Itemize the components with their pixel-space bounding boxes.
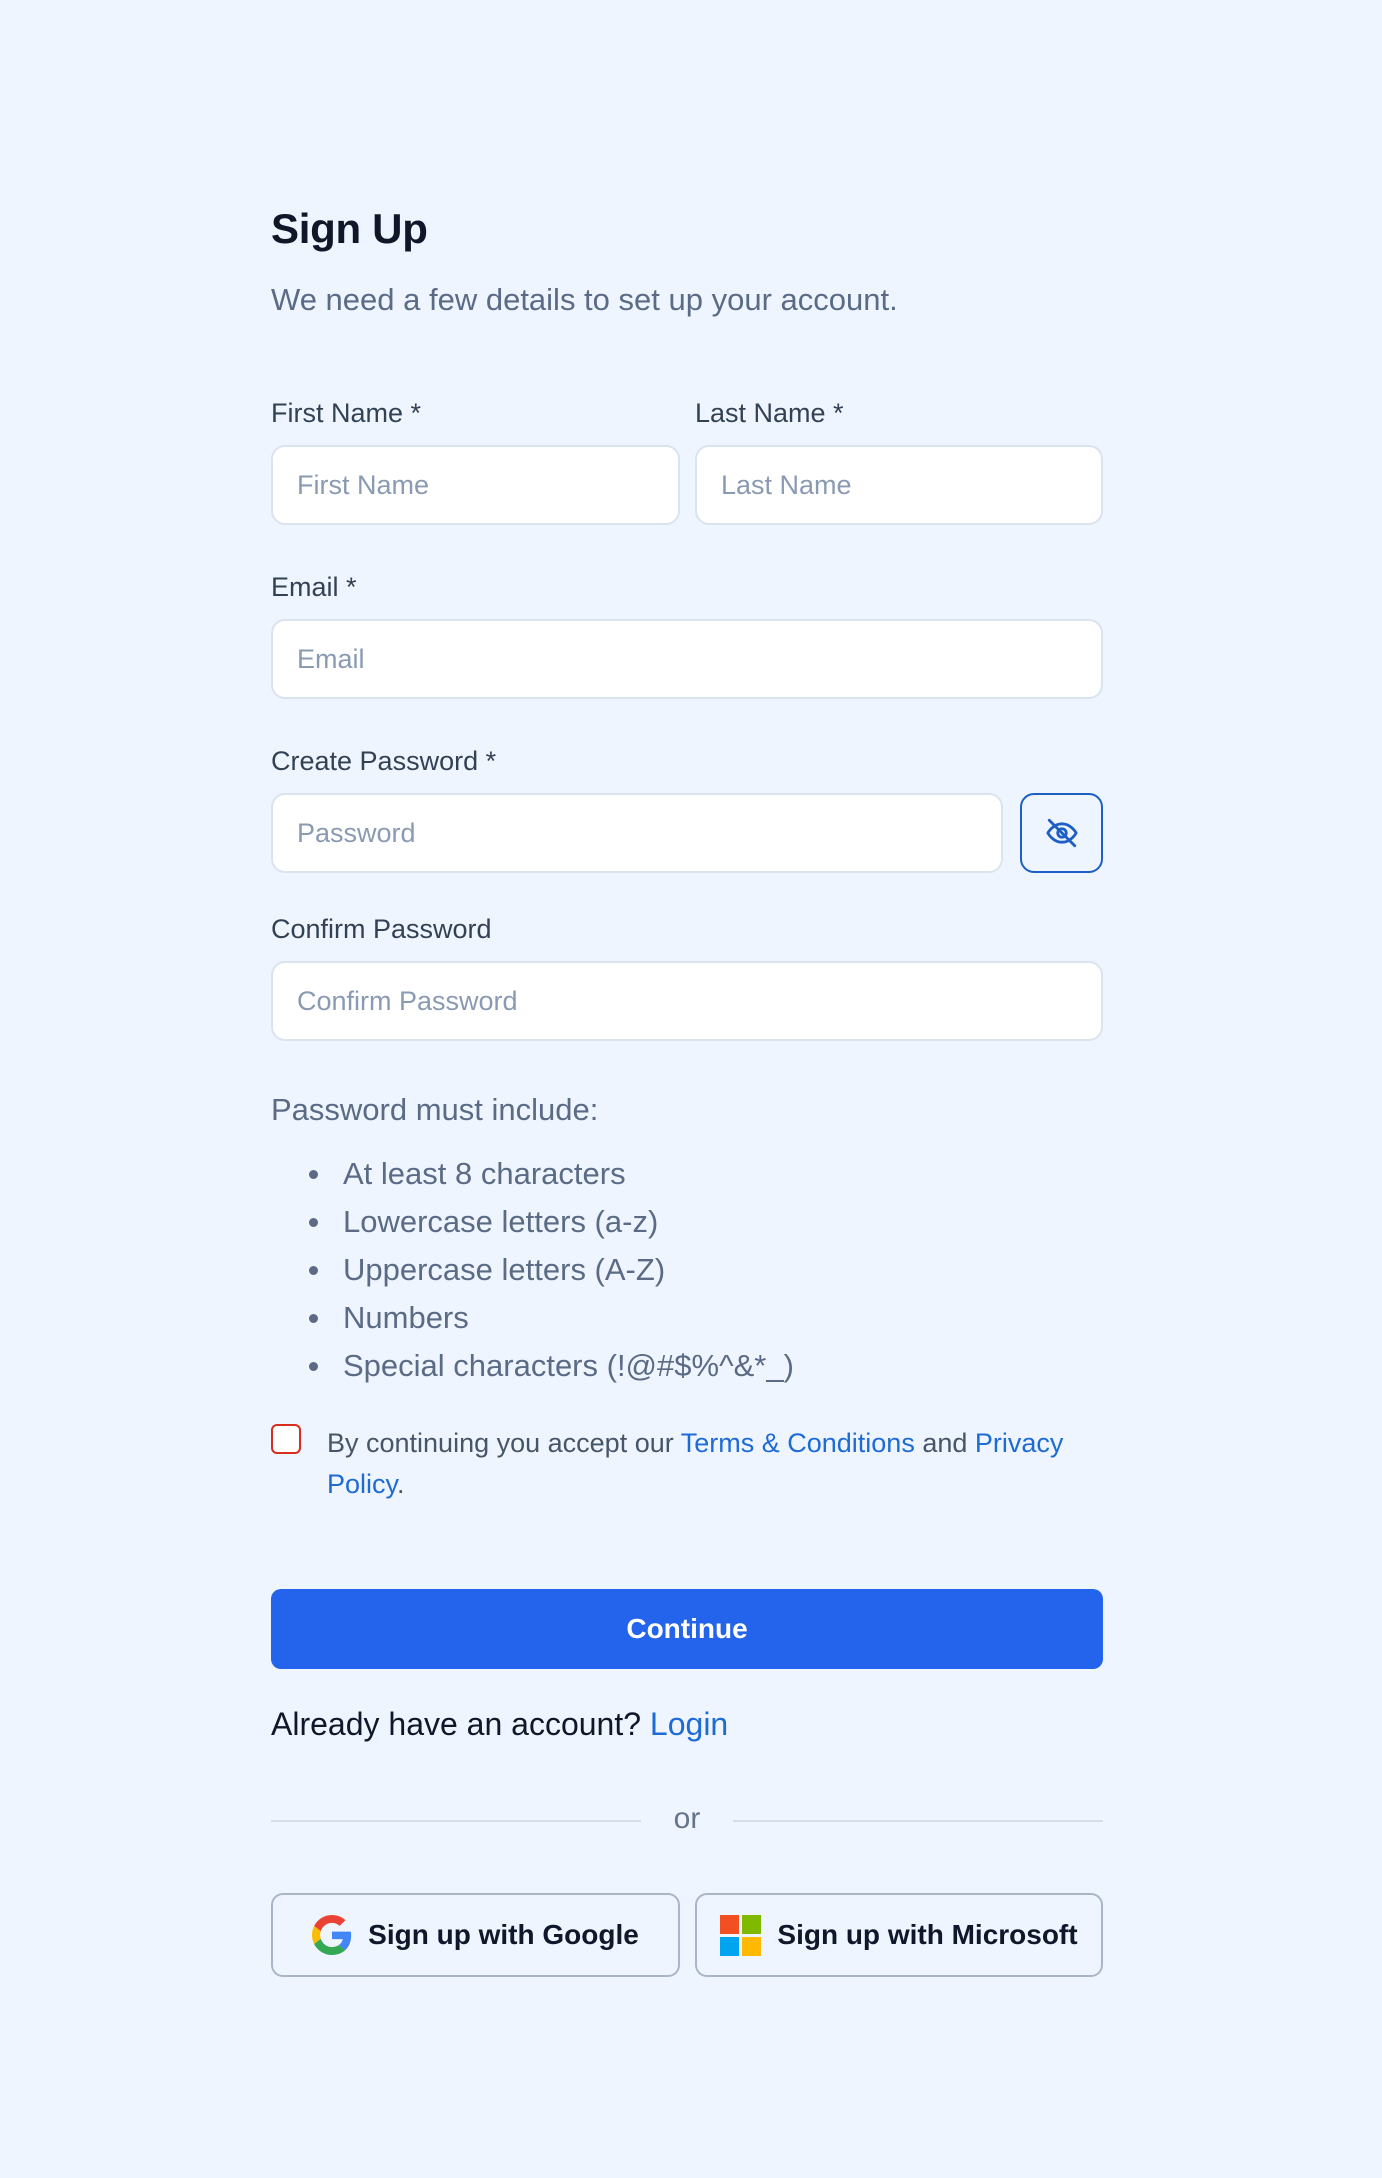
google-signup-label: Sign up with Google [368, 1919, 639, 1950]
bullet-icon [309, 1314, 318, 1323]
page-subtitle: We need a few details to set up your acc… [271, 282, 898, 317]
password-rules-title: Password must include: [271, 1092, 599, 1127]
password-rules-list: At least 8 characters Lowercase letters … [271, 1150, 794, 1390]
login-prompt: Already have an account? Login [271, 1706, 728, 1743]
email-label: Email * [271, 572, 357, 602]
terms-conditions-link[interactable]: Terms & Conditions [681, 1428, 915, 1458]
password-rule-text: Uppercase letters (A-Z) [343, 1252, 666, 1287]
confirm-password-input[interactable] [271, 961, 1103, 1041]
bullet-icon [309, 1218, 318, 1227]
terms-checkbox[interactable] [271, 1424, 301, 1454]
bullet-icon [309, 1170, 318, 1179]
password-rule-item: Lowercase letters (a-z) [271, 1198, 794, 1246]
first-name-input[interactable] [271, 445, 680, 525]
password-rule-item: At least 8 characters [271, 1150, 794, 1198]
google-signup-button[interactable]: Sign up with Google [271, 1893, 680, 1977]
microsoft-signup-button[interactable]: Sign up with Microsoft [695, 1893, 1103, 1977]
bullet-icon [309, 1362, 318, 1371]
email-input[interactable] [271, 619, 1103, 699]
password-rule-text: Lowercase letters (a-z) [343, 1204, 659, 1239]
terms-middle: and [914, 1428, 975, 1458]
eye-off-icon [1045, 818, 1078, 848]
last-name-input[interactable] [695, 445, 1103, 525]
microsoft-signup-label: Sign up with Microsoft [777, 1919, 1078, 1950]
terms-text: By continuing you accept our Terms & Con… [327, 1423, 1107, 1505]
password-rule-item: Special characters (!@#$%^&*_) [271, 1342, 794, 1390]
last-name-label: Last Name * [695, 398, 844, 428]
password-label: Create Password * [271, 746, 497, 776]
password-rule-item: Uppercase letters (A-Z) [271, 1246, 794, 1294]
first-name-label: First Name * [271, 398, 422, 428]
password-rule-item: Numbers [271, 1294, 794, 1342]
bullet-icon [309, 1266, 318, 1275]
microsoft-logo-icon [720, 1914, 762, 1956]
password-rule-text: Special characters (!@#$%^&*_) [343, 1348, 794, 1383]
google-logo-icon [312, 1915, 352, 1955]
terms-suffix: . [397, 1469, 405, 1499]
confirm-password-label: Confirm Password [271, 914, 492, 944]
password-rule-text: Numbers [343, 1300, 469, 1335]
divider-or-text: or [673, 1802, 701, 1835]
password-rule-text: At least 8 characters [343, 1156, 626, 1191]
terms-prefix: By continuing you accept our [327, 1428, 681, 1458]
continue-button[interactable]: Continue [271, 1589, 1103, 1669]
page-title: Sign Up [271, 205, 428, 252]
password-visibility-toggle-button[interactable] [1020, 793, 1103, 873]
password-input[interactable] [271, 793, 1003, 873]
login-prompt-text: Already have an account? [271, 1706, 650, 1742]
login-link[interactable]: Login [650, 1706, 728, 1742]
